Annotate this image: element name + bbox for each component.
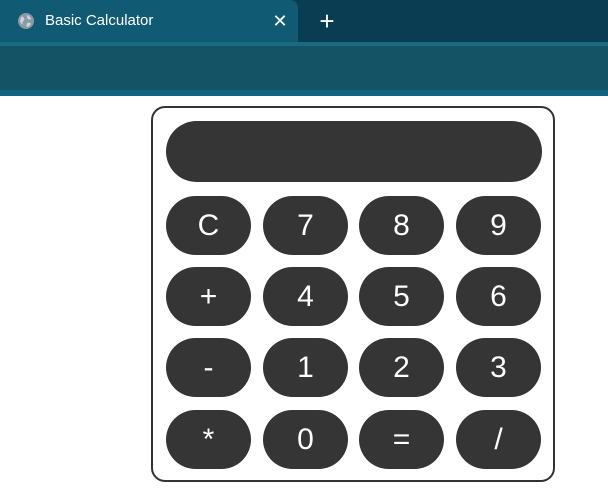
digit-6-button[interactable]: 6 <box>456 267 541 326</box>
calculator: C 7 8 9 + 4 5 6 - 1 2 3 * 0 = / <box>151 106 555 482</box>
digit-4-button[interactable]: 4 <box>263 267 348 326</box>
digit-2-button[interactable]: 2 <box>359 338 444 397</box>
digit-8-button[interactable]: 8 <box>359 196 444 255</box>
digit-5-button[interactable]: 5 <box>359 267 444 326</box>
close-icon[interactable]: ✕ <box>270 11 290 31</box>
tab-title: Basic Calculator <box>45 12 154 29</box>
digit-1-button[interactable]: 1 <box>263 338 348 397</box>
digit-7-button[interactable]: 7 <box>263 196 348 255</box>
digit-0-button[interactable]: 0 <box>263 410 348 469</box>
calculator-display <box>166 121 542 182</box>
toolbar-divider <box>0 90 608 96</box>
add-button[interactable]: + <box>166 267 251 326</box>
new-tab-button[interactable]: + <box>315 8 339 34</box>
clear-button[interactable]: C <box>166 196 251 255</box>
digit-3-button[interactable]: 3 <box>456 338 541 397</box>
multiply-button[interactable]: * <box>166 410 251 469</box>
globe-icon <box>18 13 34 29</box>
subtract-button[interactable]: - <box>166 338 251 397</box>
browser-tab-bar: Basic Calculator ✕ + <box>0 0 608 42</box>
digit-9-button[interactable]: 9 <box>456 196 541 255</box>
equals-button[interactable]: = <box>359 410 444 469</box>
tab-basic-calculator[interactable]: Basic Calculator ✕ <box>0 0 298 42</box>
divide-button[interactable]: / <box>456 410 541 469</box>
browser-toolbar <box>0 42 608 90</box>
